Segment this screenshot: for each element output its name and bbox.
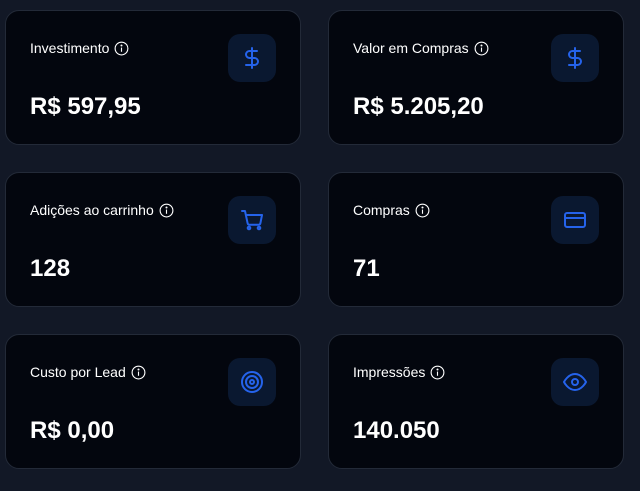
metric-icon-container — [551, 34, 599, 82]
metric-value: 71 — [353, 255, 380, 282]
metric-card-adicoes-ao-carrinho: Adições ao carrinho 128 — [5, 172, 301, 307]
metric-icon-container — [228, 196, 276, 244]
metric-icon-container — [551, 358, 599, 406]
metric-label: Adições ao carrinho — [30, 201, 174, 219]
dollar-icon — [245, 47, 259, 69]
info-icon[interactable] — [415, 203, 430, 218]
metric-value: R$ 5.205,20 — [353, 93, 484, 120]
cart-icon — [241, 210, 263, 231]
dollar-icon — [568, 47, 582, 69]
metric-label-text: Compras — [353, 202, 410, 218]
metric-label-text: Impressões — [353, 364, 426, 380]
metric-label-text: Valor em Compras — [353, 40, 469, 56]
metric-label: Investimento — [30, 39, 129, 57]
metric-card-custo-por-lead: Custo por Lead R$ 0,00 — [5, 334, 301, 469]
metric-card-impressoes: Impressões 140.050 — [328, 334, 624, 469]
metric-value: 128 — [30, 255, 71, 282]
info-icon[interactable] — [131, 365, 146, 380]
metric-card-compras: Compras 71 — [328, 172, 624, 307]
info-icon[interactable] — [159, 203, 174, 218]
info-icon[interactable] — [430, 365, 445, 380]
metric-label-text: Investimento — [30, 40, 110, 56]
metric-icon-container — [551, 196, 599, 244]
metric-icon-container — [228, 358, 276, 406]
metric-label-text: Custo por Lead — [30, 364, 126, 380]
metrics-grid: Investimento R$ 597,95 Valor em Compras … — [0, 0, 640, 491]
target-icon — [241, 371, 263, 393]
metric-value: R$ 0,00 — [30, 417, 115, 444]
metric-icon-container — [228, 34, 276, 82]
metric-card-investimento: Investimento R$ 597,95 — [5, 10, 301, 145]
metric-label: Impressões — [353, 363, 445, 381]
metric-value: 140.050 — [353, 417, 440, 444]
metric-label: Compras — [353, 201, 430, 219]
credit-card-icon — [564, 212, 586, 228]
metric-card-valor-em-compras: Valor em Compras R$ 5.205,20 — [328, 10, 624, 145]
info-icon[interactable] — [114, 41, 129, 56]
eye-icon — [563, 373, 587, 391]
metric-label: Custo por Lead — [30, 363, 146, 381]
metric-label-text: Adições ao carrinho — [30, 202, 154, 218]
metric-value: R$ 597,95 — [30, 93, 141, 120]
info-icon[interactable] — [474, 41, 489, 56]
metric-label: Valor em Compras — [353, 39, 489, 57]
